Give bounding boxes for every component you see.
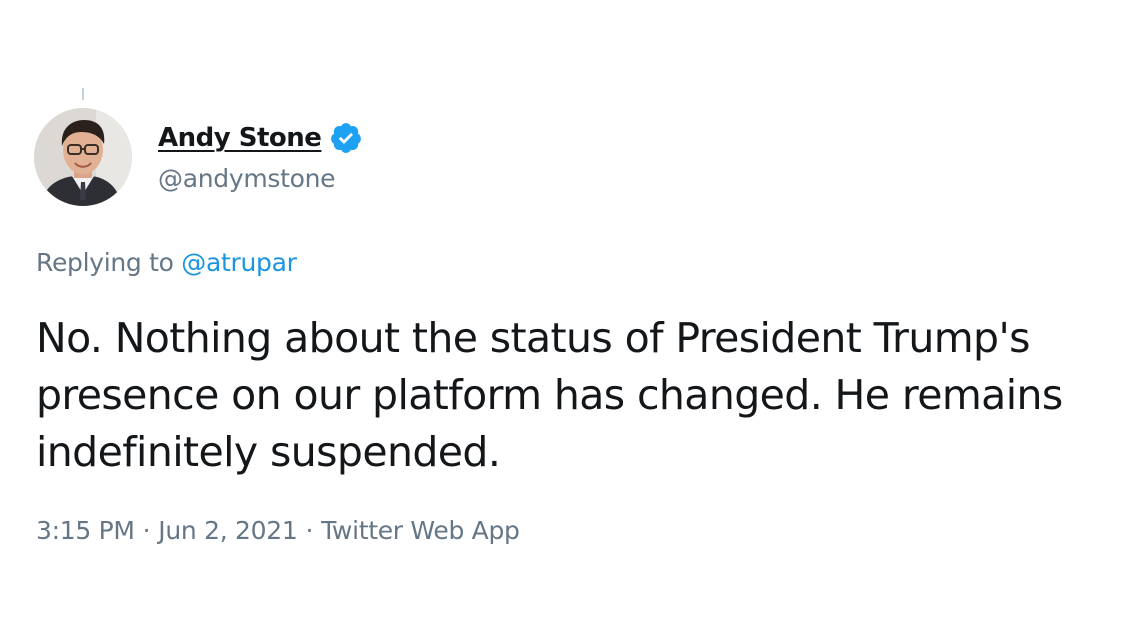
author-handle[interactable]: @andymstone — [158, 164, 336, 193]
tweet-card: Andy Stone @andymstone Replying to @atru… — [0, 0, 1140, 641]
thread-connector-line — [82, 88, 84, 100]
author-name-row: Andy Stone — [158, 118, 363, 158]
tweet-date[interactable]: Jun 2, 2021 — [158, 516, 297, 545]
tweet-meta: 3:15 PM · Jun 2, 2021 · Twitter Web App — [36, 516, 520, 545]
profile-photo-icon — [34, 108, 132, 206]
replying-to-handle-link[interactable]: @atrupar — [181, 248, 297, 277]
tweet-source[interactable]: Twitter Web App — [321, 516, 520, 545]
replying-to-row: Replying to @atrupar — [36, 248, 297, 277]
avatar[interactable] — [34, 108, 132, 206]
tweet-text: No. Nothing about the status of Presiden… — [36, 314, 1063, 476]
author-name[interactable]: Andy Stone — [158, 123, 322, 153]
meta-separator: · — [142, 516, 151, 545]
meta-separator: · — [305, 516, 314, 545]
verified-badge-icon — [329, 121, 363, 155]
tweet-time[interactable]: 3:15 PM — [36, 516, 135, 545]
replying-to-label: Replying to — [36, 248, 182, 277]
